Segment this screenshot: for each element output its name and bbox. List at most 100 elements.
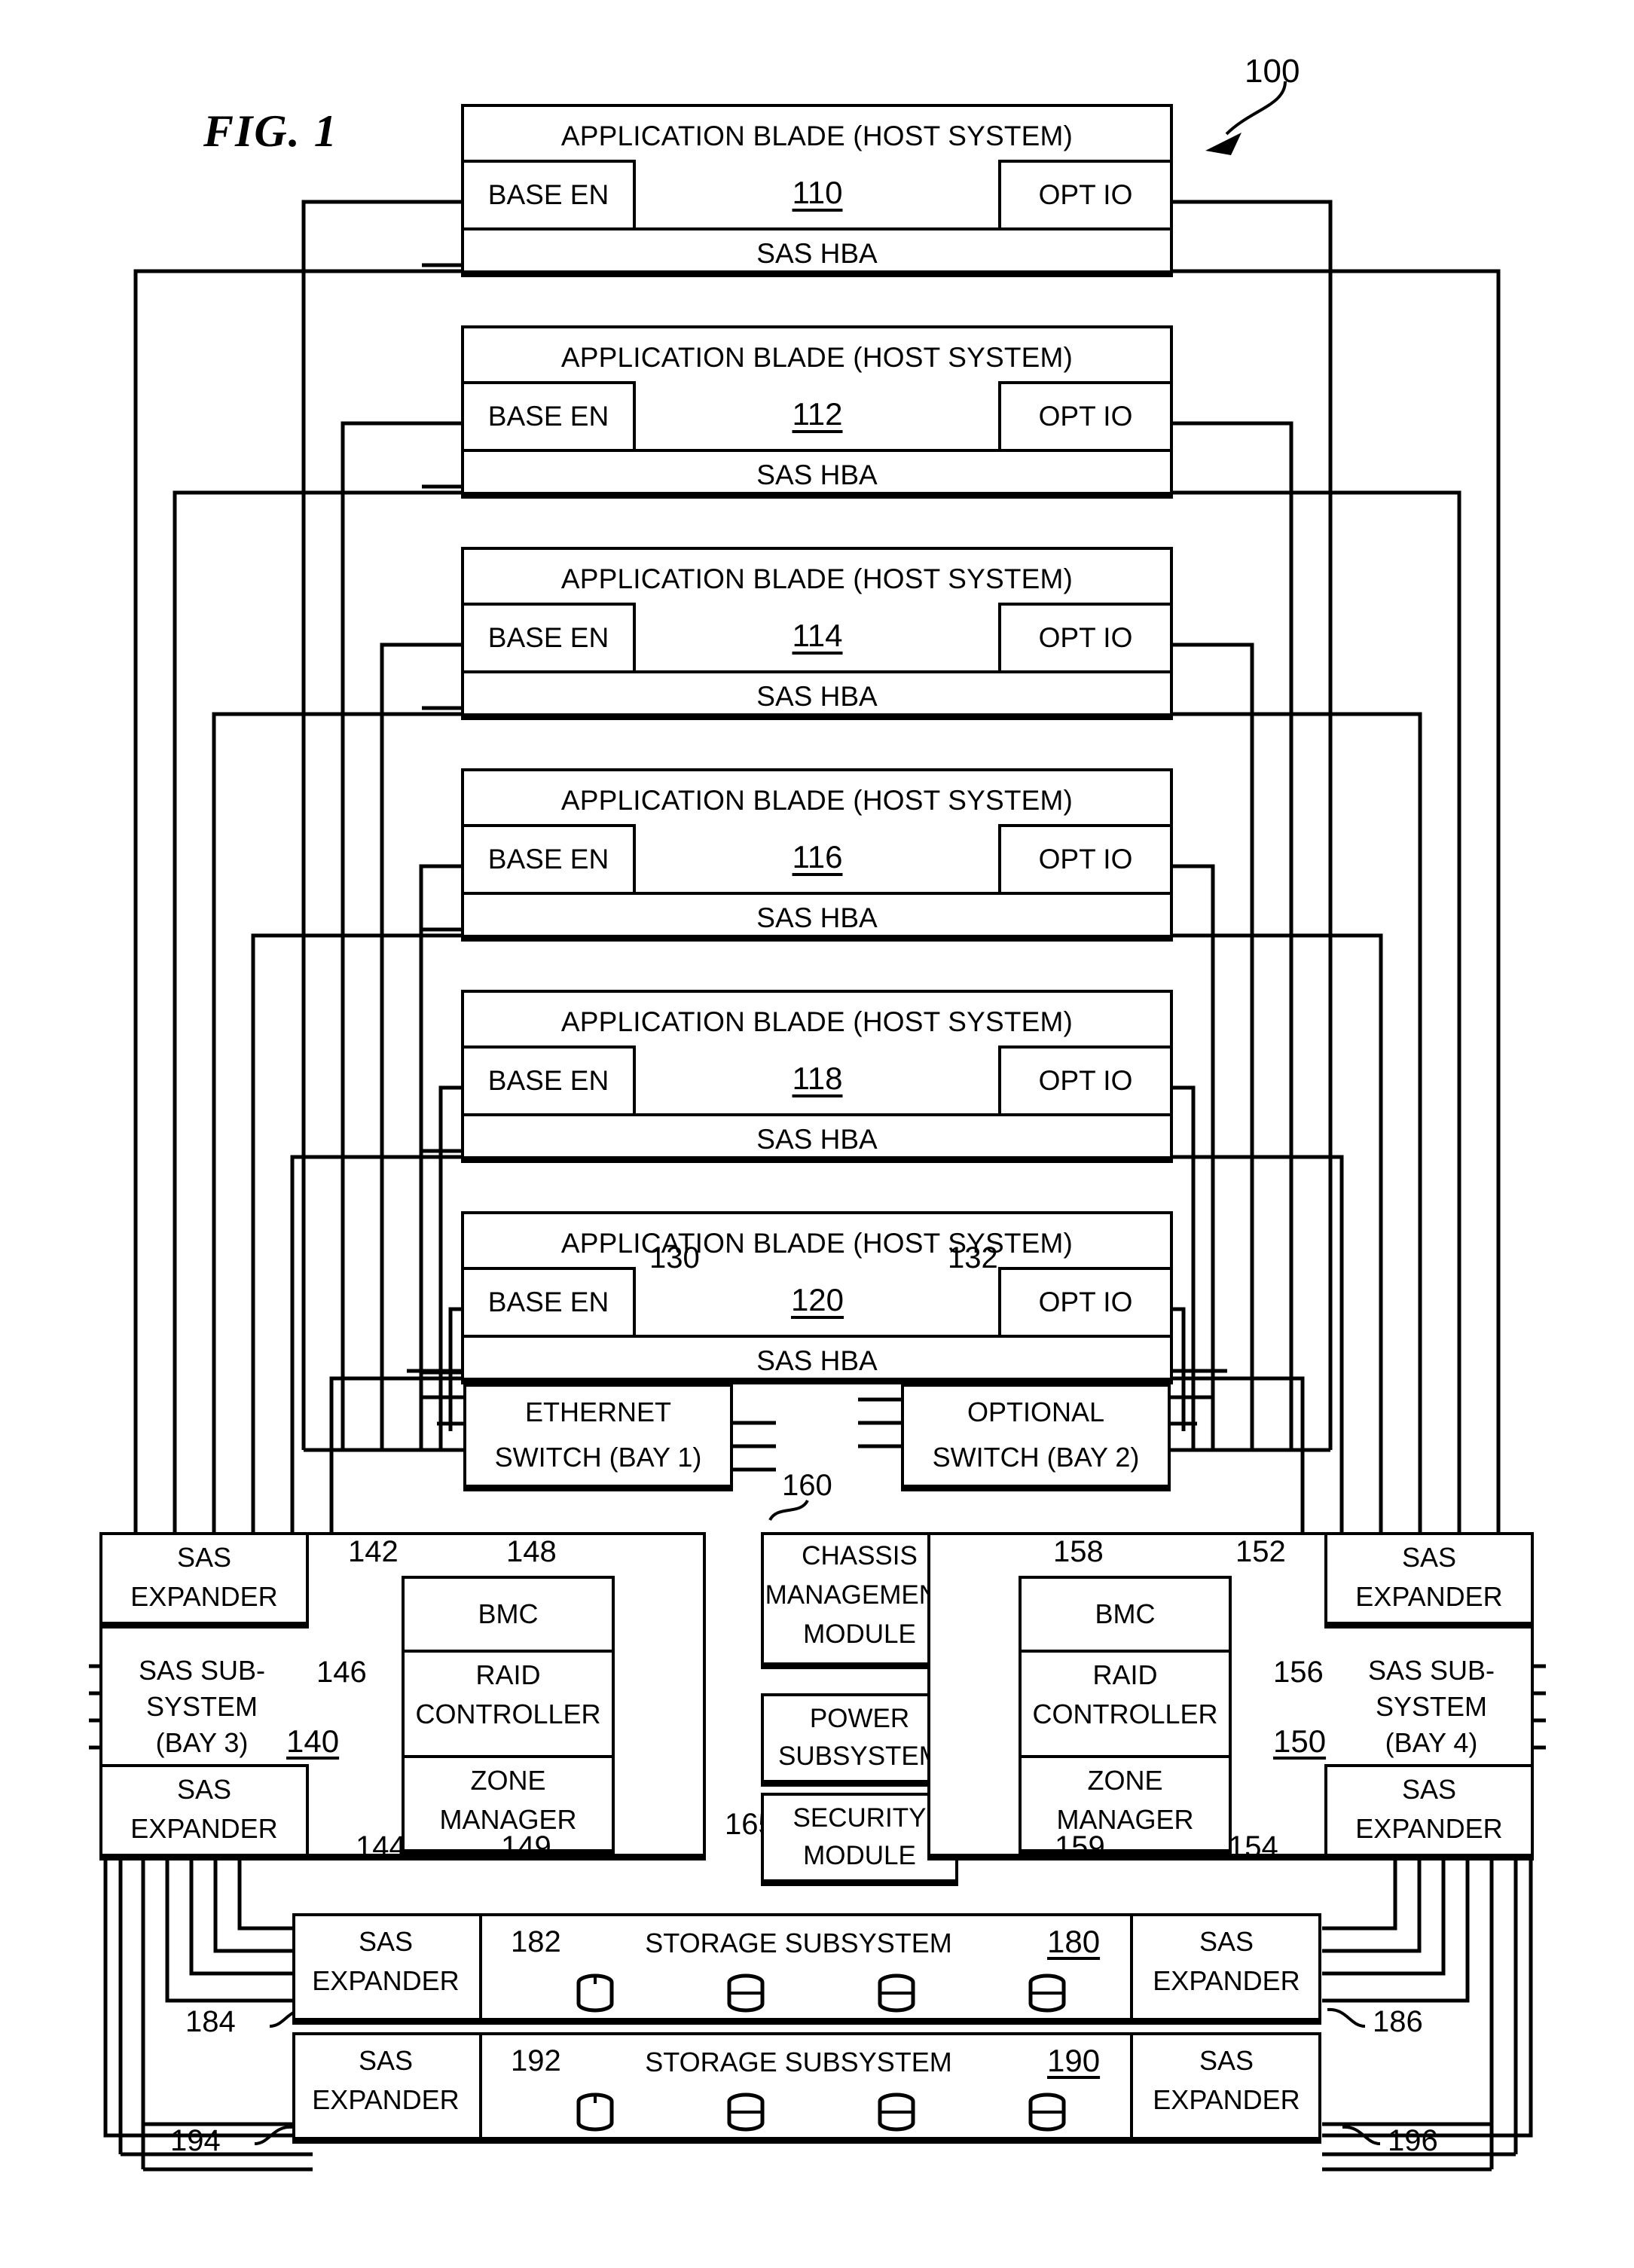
ref-159: 159 xyxy=(1055,1830,1105,1864)
sas-subsystem-name-line3: (BAY 3) xyxy=(155,1726,249,1758)
disk-icon xyxy=(878,2092,915,2132)
bmc-158: BMC xyxy=(1095,1598,1156,1629)
opt-io-label: OPT IO xyxy=(1038,401,1133,432)
sas-expander-line1: SAS xyxy=(1401,1773,1457,1805)
ethernet-switch-line2: SWITCH (BAY 1) xyxy=(494,1441,702,1473)
sas-expander-line2: EXPANDER xyxy=(1355,1812,1503,1844)
ref-146: 146 xyxy=(316,1656,367,1689)
sas-hba-112: SAS HBA xyxy=(756,459,878,491)
blade-ref-112: 112 xyxy=(792,396,843,432)
ref-186: 186 xyxy=(1373,2005,1423,2038)
blade-title: APPLICATION BLADE (HOST SYSTEM) xyxy=(560,342,1074,374)
storage-divider-left xyxy=(479,2032,482,2141)
storage-divider-left xyxy=(479,1913,482,2022)
base-en-label: BASE EN xyxy=(487,401,609,432)
disk-icon xyxy=(727,2092,765,2132)
switch-bay-ref-160: 160 xyxy=(782,1469,832,1502)
bmc-148: BMC xyxy=(478,1598,539,1629)
blade-title: APPLICATION BLADE (HOST SYSTEM) xyxy=(560,121,1074,152)
storage-expander-left-line2: EXPANDER xyxy=(312,1964,460,1996)
sas-subsystem-name-line1: SAS SUB- xyxy=(1367,1654,1495,1686)
ref-194: 194 xyxy=(170,2124,221,2157)
optional-switch-line2: SWITCH (BAY 2) xyxy=(932,1441,1140,1473)
zone-manager-line2: MANAGER xyxy=(1056,1803,1194,1835)
opt-io-label: OPT IO xyxy=(1038,622,1133,654)
opt-io-label: OPT IO xyxy=(1038,1065,1133,1097)
opt-io-lead-ref-132: 132 xyxy=(948,1241,998,1274)
system-reference-number: 100 xyxy=(1245,53,1300,90)
base-en-label: BASE EN xyxy=(487,1065,609,1097)
ref-149: 149 xyxy=(501,1830,551,1864)
storage-divider-right xyxy=(1130,2032,1133,2141)
storage-expander-right-line2: EXPANDER xyxy=(1153,1964,1300,1996)
sas-hba-110: SAS HBA xyxy=(756,238,878,270)
zone-manager-line1: ZONE xyxy=(1087,1764,1163,1796)
raid-controller-line1: RAID xyxy=(1092,1659,1158,1690)
figure-canvas: FIG. 1 100 APPLICATION BLADE (HOST SYSTE… xyxy=(0,0,1634,2268)
ref-140: 140 xyxy=(286,1723,340,1759)
ref-144: 144 xyxy=(356,1830,406,1864)
blade-title: APPLICATION BLADE (HOST SYSTEM) xyxy=(560,1006,1074,1038)
ref-156: 156 xyxy=(1273,1656,1324,1689)
disk-icon xyxy=(1028,2092,1066,2132)
blade-ref-114: 114 xyxy=(792,618,843,654)
raid-controller-line2: CONTROLLER xyxy=(415,1698,601,1729)
sas-hba-118: SAS HBA xyxy=(756,1124,878,1155)
storage-divider-right xyxy=(1130,1913,1133,2022)
sas-subsystem-name-line3: (BAY 4) xyxy=(1385,1726,1478,1758)
blade-ref-116: 116 xyxy=(792,839,843,875)
blade-ref-118: 118 xyxy=(792,1061,843,1097)
optional-switch-line1: OPTIONAL xyxy=(967,1396,1105,1427)
sas-expander-line2: EXPANDER xyxy=(130,1812,278,1844)
storage-expander-right-line1: SAS xyxy=(1199,2044,1254,2076)
sas-hba-116: SAS HBA xyxy=(756,902,878,934)
disk-icon xyxy=(576,2092,614,2132)
ref-154: 154 xyxy=(1228,1830,1278,1864)
storage-expander-right-line2: EXPANDER xyxy=(1153,2083,1300,2115)
sas-expander-line1: SAS xyxy=(176,1541,232,1573)
ref-190: 190 xyxy=(1047,2043,1101,2078)
storage-expander-left-line2: EXPANDER xyxy=(312,2083,460,2115)
sas-subsystem-name-line1: SAS SUB- xyxy=(138,1654,266,1686)
storage-title-180: STORAGE SUBSYSTEM xyxy=(645,1927,952,1958)
stack-divider xyxy=(1019,1755,1232,1758)
sas-subsystem-name-line2: SYSTEM xyxy=(145,1690,258,1722)
sas-expander-line2: EXPANDER xyxy=(1355,1580,1503,1612)
base-en-label: BASE EN xyxy=(487,844,609,875)
storage-title-190: STORAGE SUBSYSTEM xyxy=(645,2046,952,2077)
storage-expander-left-line1: SAS xyxy=(358,1925,414,1957)
ref-180: 180 xyxy=(1047,1924,1101,1959)
base-en-label: BASE EN xyxy=(487,622,609,654)
ethernet-switch-line1: ETHERNET xyxy=(524,1396,671,1427)
sas-expander-line1: SAS xyxy=(1401,1541,1457,1573)
zone-manager-line1: ZONE xyxy=(470,1764,546,1796)
blade-title: APPLICATION BLADE (HOST SYSTEM) xyxy=(560,1228,1074,1259)
disk-icon xyxy=(576,1973,614,2013)
ref-184: 184 xyxy=(185,2005,236,2038)
stack-divider xyxy=(402,1650,615,1653)
raid-controller-line2: CONTROLLER xyxy=(1032,1698,1218,1729)
ref-196: 196 xyxy=(1388,2124,1438,2157)
ref-142: 142 xyxy=(348,1535,399,1568)
disk-icon xyxy=(1028,1973,1066,2013)
storage-expander-right-line1: SAS xyxy=(1199,1925,1254,1957)
blade-ref-110: 110 xyxy=(792,175,843,211)
storage-expander-left-line1: SAS xyxy=(358,2044,414,2076)
sas-expander-line2: EXPANDER xyxy=(130,1580,278,1612)
ref-182: 182 xyxy=(511,1925,561,1958)
figure-title: FIG. 1 xyxy=(203,106,338,156)
ref-150: 150 xyxy=(1273,1723,1327,1759)
blade-title: APPLICATION BLADE (HOST SYSTEM) xyxy=(560,785,1074,817)
stack-divider xyxy=(402,1755,615,1758)
stack-divider xyxy=(1019,1650,1232,1653)
blade-title: APPLICATION BLADE (HOST SYSTEM) xyxy=(560,563,1074,595)
opt-io-label: OPT IO xyxy=(1038,179,1133,211)
sas-hba-114: SAS HBA xyxy=(756,681,878,713)
ref-192: 192 xyxy=(511,2044,561,2077)
raid-controller-line1: RAID xyxy=(475,1659,541,1690)
base-en-lead-ref-130: 130 xyxy=(649,1241,700,1274)
ref-152: 152 xyxy=(1235,1535,1286,1568)
opt-io-label: OPT IO xyxy=(1038,1287,1133,1318)
base-en-label: BASE EN xyxy=(487,179,609,211)
base-en-label: BASE EN xyxy=(487,1287,609,1318)
